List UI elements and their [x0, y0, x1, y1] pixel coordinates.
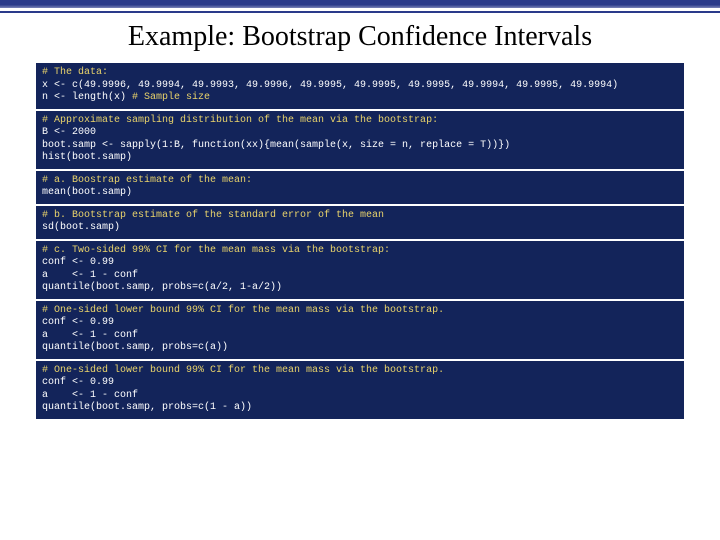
slide: Example: Bootstrap Confidence Intervals … [0, 0, 720, 540]
header-bar-thin [0, 11, 720, 13]
code-comment: # Sample size [132, 92, 210, 103]
code-area: # The data: x <- c(49.9996, 49.9994, 49.… [36, 63, 684, 419]
code-line: hist(boot.samp) [42, 152, 132, 163]
code-block-ci-twosided: # c. Two-sided 99% CI for the mean mass … [36, 241, 684, 301]
code-comment: # b. Bootstrap estimate of the standard … [42, 210, 384, 221]
code-line: x <- c(49.9996, 49.9994, 49.9993, 49.999… [42, 80, 618, 91]
code-comment: # One-sided lower bound 99% CI for the m… [42, 365, 444, 376]
code-line: quantile(boot.samp, probs=c(1 - a)) [42, 402, 252, 413]
code-line: conf <- 0.99 [42, 377, 114, 388]
code-line: n <- length(x) [42, 92, 132, 103]
header-bar-thick [0, 0, 720, 8]
code-line: a <- 1 - conf [42, 390, 138, 401]
code-comment: # Approximate sampling distribution of t… [42, 115, 438, 126]
code-block-ci-lower-a: # One-sided lower bound 99% CI for the m… [36, 301, 684, 361]
code-line: mean(boot.samp) [42, 187, 132, 198]
code-comment: # The data: [42, 67, 108, 78]
code-line: B <- 2000 [42, 127, 96, 138]
code-line: sd(boot.samp) [42, 222, 120, 233]
code-line: conf <- 0.99 [42, 317, 114, 328]
code-comment: # One-sided lower bound 99% CI for the m… [42, 305, 444, 316]
slide-title: Example: Bootstrap Confidence Intervals [0, 21, 720, 53]
code-block-ci-lower-b: # One-sided lower bound 99% CI for the m… [36, 361, 684, 419]
code-line: conf <- 0.99 [42, 257, 114, 268]
code-line: quantile(boot.samp, probs=c(a)) [42, 342, 228, 353]
code-line: a <- 1 - conf [42, 270, 138, 281]
code-comment: # c. Two-sided 99% CI for the mean mass … [42, 245, 390, 256]
code-block-mean: # a. Boostrap estimate of the mean: mean… [36, 171, 684, 206]
code-block-sd: # b. Bootstrap estimate of the standard … [36, 206, 684, 241]
code-block-bootstrap: # Approximate sampling distribution of t… [36, 111, 684, 171]
code-line: quantile(boot.samp, probs=c(a/2, 1-a/2)) [42, 282, 282, 293]
code-line: boot.samp <- sapply(1:B, function(xx){me… [42, 140, 510, 151]
code-line: a <- 1 - conf [42, 330, 138, 341]
code-comment: # a. Boostrap estimate of the mean: [42, 175, 252, 186]
code-block-data: # The data: x <- c(49.9996, 49.9994, 49.… [36, 63, 684, 111]
